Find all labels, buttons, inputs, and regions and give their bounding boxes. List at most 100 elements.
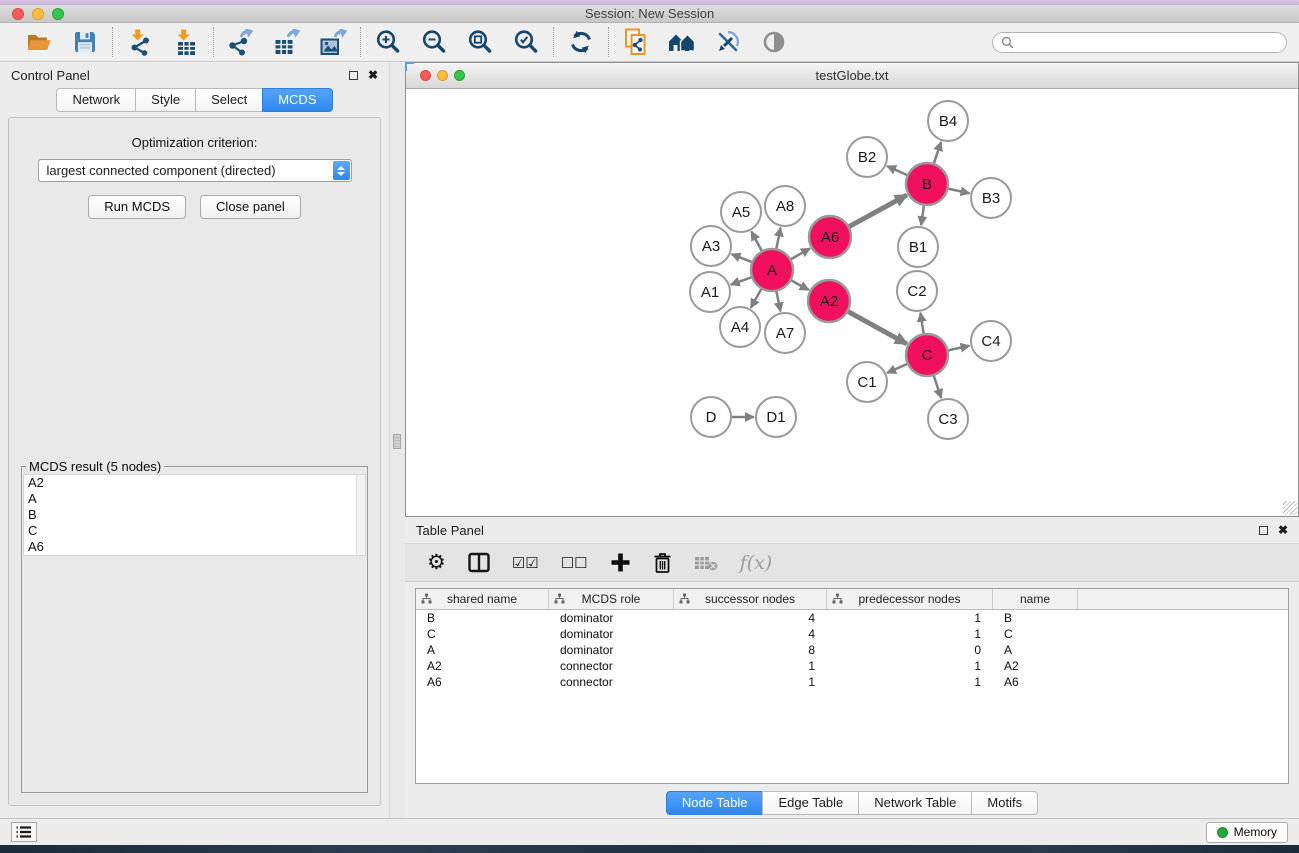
table-cell[interactable]: 1 [827, 675, 993, 689]
run-mcds-button[interactable]: Run MCDS [88, 195, 186, 219]
table-float-panel-icon[interactable] [1259, 526, 1268, 535]
graph-node-A1[interactable]: A1 [690, 272, 730, 312]
network-overview-icon[interactable] [667, 27, 697, 57]
column-header-mcds-role[interactable]: MCDS role [549, 589, 674, 609]
result-item-c[interactable]: C [24, 523, 365, 539]
network-canvas[interactable]: AA1A2A3A4A5A6A7A8BB1B2B3B4CC1C2C3C4DD1 [406, 89, 1298, 516]
table-cell[interactable]: connector [549, 675, 674, 689]
graph-edge-B-B1[interactable] [921, 205, 924, 225]
zoom-selected-icon[interactable] [511, 27, 541, 57]
column-header-successor-nodes[interactable]: successor nodes [674, 589, 827, 609]
network-minimize-button[interactable] [437, 70, 448, 81]
divider-grip[interactable] [393, 434, 401, 449]
graph-node-A5[interactable]: A5 [721, 192, 761, 232]
zoom-fit-icon[interactable] [465, 27, 495, 57]
close-panel-icon[interactable]: ✖ [368, 69, 378, 81]
refresh-layout-icon[interactable] [566, 27, 596, 57]
criterion-select[interactable]: largest connected component (directed) [38, 159, 352, 182]
table-cell[interactable]: A [993, 643, 1078, 657]
graph-node-B4[interactable]: B4 [928, 101, 968, 141]
network-zoom-button[interactable] [454, 70, 465, 81]
result-item-a[interactable]: A [24, 491, 365, 507]
export-network-icon[interactable] [226, 27, 256, 57]
result-item-a2[interactable]: A2 [24, 475, 365, 491]
graph-edge-C-C1[interactable] [887, 364, 908, 373]
graph-edge-C-C2[interactable] [920, 313, 923, 335]
delete-column-icon[interactable] [653, 548, 672, 578]
table-cell[interactable]: dominator [549, 611, 674, 625]
table-cell[interactable]: A2 [993, 659, 1078, 673]
zoom-in-icon[interactable] [373, 27, 403, 57]
table-row-c[interactable]: Cdominator41C [416, 626, 1288, 642]
table-cell[interactable]: 1 [674, 659, 827, 673]
graph-edge-A-A5[interactable] [751, 231, 762, 251]
tab-select[interactable]: Select [195, 88, 263, 112]
add-column-icon[interactable] [610, 548, 631, 578]
graph-node-D1[interactable]: D1 [756, 397, 796, 437]
graph-edge-A6-B[interactable] [848, 195, 906, 227]
search-input[interactable] [1019, 34, 1278, 50]
graph-node-A4[interactable]: A4 [720, 307, 760, 347]
network-resize-grip[interactable] [1283, 501, 1297, 515]
table-cell[interactable]: 4 [674, 611, 827, 625]
result-scrollbar[interactable] [356, 475, 365, 555]
table-row-a6[interactable]: A6connector11A6 [416, 674, 1288, 690]
table-cell[interactable]: 1 [674, 675, 827, 689]
graph-edge-C-C3[interactable] [934, 375, 942, 398]
table-row-a2[interactable]: A2connector11A2 [416, 658, 1288, 674]
select-all-columns-icon[interactable]: ☑☑ [512, 548, 539, 578]
table-cell[interactable]: C [416, 627, 549, 641]
show-columns-icon[interactable] [468, 548, 490, 578]
table-cell[interactable]: 4 [674, 627, 827, 641]
graph-edge-B-B4[interactable] [934, 142, 941, 164]
table-cell[interactable]: dominator [549, 627, 674, 641]
graph-node-C3[interactable]: C3 [928, 399, 968, 439]
export-image-icon[interactable] [318, 27, 348, 57]
graph-node-C[interactable]: C [906, 334, 948, 376]
graph-edge-C-C4[interactable] [948, 346, 970, 351]
table-cell[interactable]: connector [549, 659, 674, 673]
unselect-all-columns-icon[interactable]: ☐☐ [561, 548, 588, 578]
table-cell[interactable]: B [416, 611, 549, 625]
graph-node-A6[interactable]: A6 [809, 216, 851, 258]
table-cell[interactable]: 8 [674, 643, 827, 657]
table-cell[interactable]: dominator [549, 643, 674, 657]
table-cell[interactable]: 0 [827, 643, 993, 657]
graph-edge-B-B2[interactable] [887, 166, 908, 175]
table-cell[interactable]: 1 [827, 659, 993, 673]
graph-node-A2[interactable]: A2 [808, 280, 850, 322]
network-window-titlebar[interactable]: testGlobe.txt [406, 63, 1298, 89]
table-close-panel-icon[interactable]: ✖ [1278, 524, 1288, 536]
search-box[interactable] [992, 32, 1287, 53]
open-session-icon[interactable] [24, 27, 54, 57]
graph-edge-A-A4[interactable] [751, 288, 762, 308]
table-cell[interactable]: A6 [993, 675, 1078, 689]
minimize-window-button[interactable] [32, 8, 44, 20]
table-row-b[interactable]: Bdominator41B [416, 610, 1288, 626]
column-header-name[interactable]: name [993, 589, 1078, 609]
zoom-out-icon[interactable] [419, 27, 449, 57]
graph-node-C1[interactable]: C1 [847, 362, 887, 402]
table-cell[interactable]: 1 [827, 611, 993, 625]
table-tab-node-table[interactable]: Node Table [666, 791, 764, 815]
graph-edge-B-B3[interactable] [948, 188, 970, 193]
table-cell[interactable]: B [993, 611, 1078, 625]
result-item-b[interactable]: B [24, 507, 365, 523]
graph-edge-A2-C[interactable] [847, 311, 906, 344]
column-header-shared-name[interactable]: shared name [416, 589, 549, 609]
table-cell[interactable]: A [416, 643, 549, 657]
table-cell[interactable]: C [993, 627, 1078, 641]
tab-mcds[interactable]: MCDS [262, 88, 332, 112]
graph-node-B[interactable]: B [906, 163, 948, 205]
tab-style[interactable]: Style [135, 88, 196, 112]
table-row-a[interactable]: Adominator80A [416, 642, 1288, 658]
graph-edge-A-A7[interactable] [776, 291, 780, 312]
task-history-list-icon[interactable] [11, 822, 37, 842]
clone-network-icon[interactable] [621, 27, 651, 57]
save-session-icon[interactable] [70, 27, 100, 57]
memory-button[interactable]: Memory [1206, 822, 1288, 843]
table-cell[interactable]: 1 [827, 627, 993, 641]
float-panel-icon[interactable] [349, 71, 358, 80]
export-table-icon[interactable] [272, 27, 302, 57]
close-window-button[interactable] [12, 8, 24, 20]
